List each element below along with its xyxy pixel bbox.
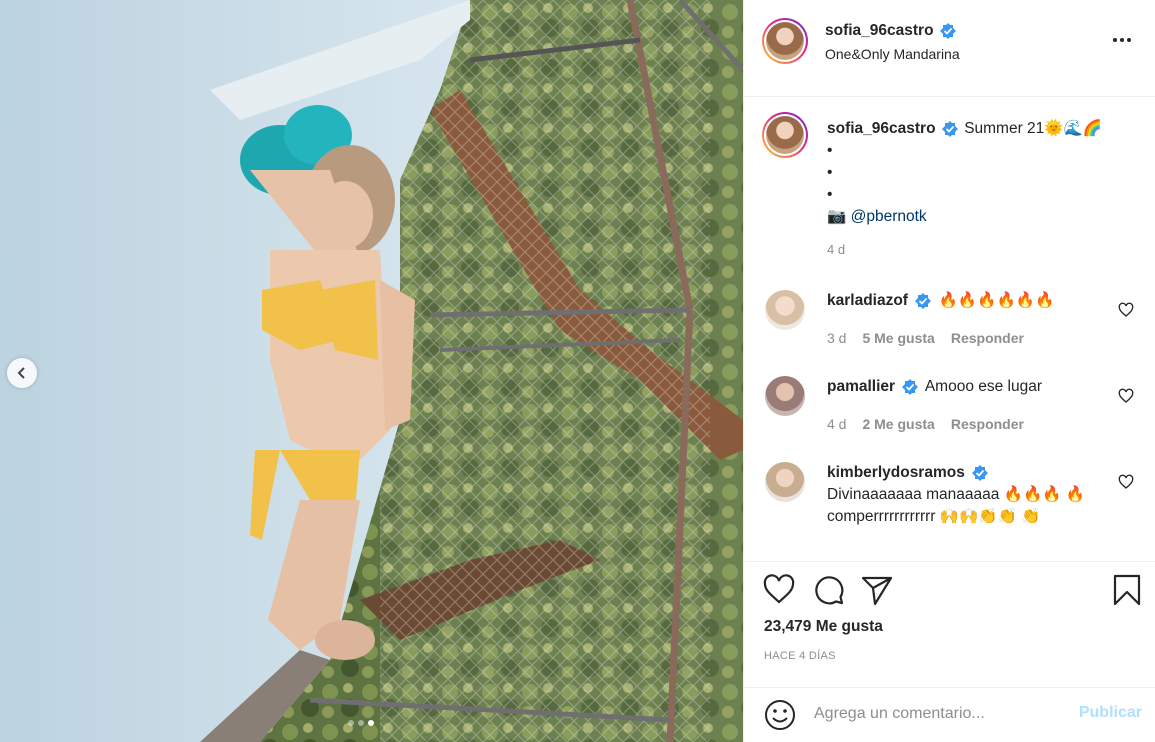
- verified-badge-icon: [915, 292, 932, 309]
- comment-bubble-icon[interactable]: [812, 573, 846, 607]
- comment-likes[interactable]: 2 Me gusta: [862, 416, 934, 432]
- reply-button[interactable]: Responder: [951, 330, 1024, 346]
- paper-plane-icon[interactable]: [860, 573, 894, 607]
- caption-timestamp[interactable]: 4 d: [827, 242, 845, 257]
- verified-badge-icon: [902, 378, 919, 395]
- post-actions: [762, 573, 1142, 609]
- caption-mention[interactable]: @pbernotk: [851, 208, 927, 225]
- avatar[interactable]: [762, 18, 808, 64]
- avatar[interactable]: [765, 376, 805, 416]
- camera-icon: 📷: [827, 208, 847, 225]
- comment-username[interactable]: kimberlydosramos: [827, 464, 965, 481]
- verified-badge-icon: [939, 23, 956, 39]
- smiley-icon[interactable]: [763, 698, 797, 732]
- caption-username[interactable]: sofia_96castro: [827, 120, 936, 137]
- caption-dot: •: [827, 164, 833, 181]
- reply-button[interactable]: Responder: [951, 416, 1024, 432]
- carousel-dot: [358, 720, 364, 726]
- post-photo[interactable]: [0, 0, 743, 742]
- comment-time[interactable]: 4 d: [827, 416, 846, 432]
- like-count[interactable]: 23,479 Me gusta: [764, 618, 883, 636]
- caption-dot: •: [827, 142, 833, 159]
- comment-username[interactable]: karladiazof: [827, 292, 908, 309]
- post-username[interactable]: sofia_96castro: [825, 22, 934, 40]
- verified-badge-icon: [972, 464, 989, 481]
- chevron-left-icon: [17, 367, 25, 379]
- heart-icon[interactable]: [1118, 302, 1134, 318]
- carousel-dot: [348, 720, 354, 726]
- heart-icon[interactable]: [1118, 388, 1134, 404]
- carousel-indicator: [348, 720, 374, 726]
- comment-input[interactable]: [814, 700, 1064, 728]
- bookmark-icon[interactable]: [1110, 573, 1144, 607]
- caption-text: Summer 21🌞🌊🌈: [964, 120, 1103, 137]
- avatar[interactable]: [765, 462, 805, 502]
- heart-icon[interactable]: [1118, 474, 1134, 490]
- verified-badge-icon: [941, 120, 958, 137]
- publish-button[interactable]: Publicar: [1079, 704, 1142, 722]
- caption-dot: •: [827, 186, 833, 203]
- post-location[interactable]: One&Only Mandarina: [825, 46, 960, 62]
- divider: [744, 561, 1155, 562]
- post-image: [0, 0, 743, 742]
- comment-text: 🔥🔥🔥🔥🔥🔥: [938, 292, 1055, 309]
- comment-composer: Publicar: [744, 688, 1155, 742]
- post-sidebar: sofia_96castro One&Only Mandarina sofia_…: [743, 0, 1155, 742]
- comment-likes[interactable]: 5 Me gusta: [862, 330, 934, 346]
- avatar[interactable]: [762, 112, 808, 158]
- avatar[interactable]: [765, 290, 805, 330]
- post-date[interactable]: HACE 4 DÍAS: [764, 650, 836, 662]
- divider: [744, 96, 1155, 97]
- heart-icon[interactable]: [762, 573, 796, 607]
- comment-time[interactable]: 3 d: [827, 330, 846, 346]
- more-options-icon[interactable]: [1110, 30, 1134, 50]
- carousel-prev-button[interactable]: [7, 358, 37, 388]
- comment-text: Divinaaaaaaa manaaaaa 🔥🔥🔥 🔥 comperrrrrrr…: [827, 486, 1086, 525]
- carousel-dot-active: [368, 720, 374, 726]
- comment-username[interactable]: pamallier: [827, 378, 895, 395]
- post-header: sofia_96castro One&Only Mandarina: [762, 18, 1138, 64]
- comment-text: Amooo ese lugar: [924, 378, 1043, 395]
